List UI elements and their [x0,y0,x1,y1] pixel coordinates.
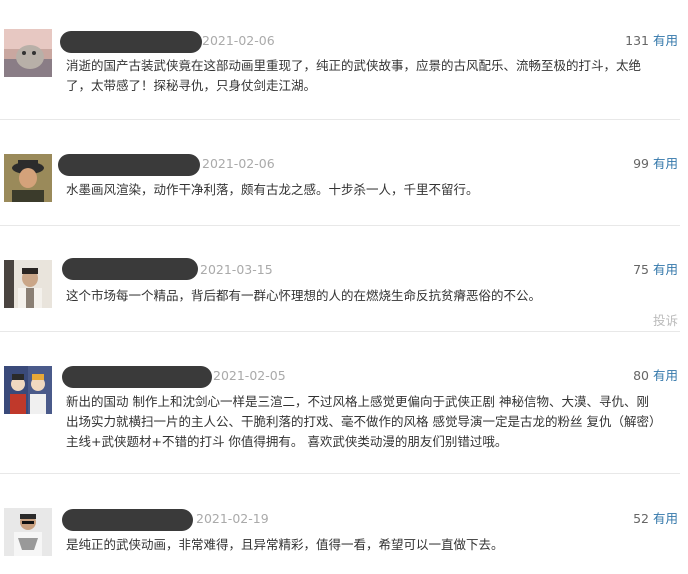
avatar[interactable] [4,29,52,77]
vote-area: 131 有用 [625,33,678,49]
vote-area: 52 有用 [633,511,678,527]
comment-text: 新出的国动 制作上和沈剑心一样是三渲二，不过风格上感觉更偏向于武侠正剧 神秘信物… [66,392,680,452]
vote-count: 99 [633,156,649,171]
comment-text-line: 消逝的国产古装武侠竟在这部动画里重现了，纯正的武侠故事，应景的古风配乐、流畅至极… [66,58,642,73]
vote-count: 131 [625,33,649,48]
comment-text-line: 是纯正的武侠动画，非常难得，且异常精彩，值得一看，希望可以一直做下去。 [66,537,504,552]
useful-button[interactable]: 有用 [653,33,678,48]
comment-text-line: 主线+武侠题材+不错的打斗 你值得拥有。 喜欢武侠类动漫的朋友们别错过哦。 [66,434,508,449]
comment-text-line: 出场实力就横扫一片的主人公、干脆利落的打戏、毫不做作的风格 感觉导演一定是古龙的… [66,414,662,429]
vote-count: 52 [633,511,649,526]
comment-date: 2021-02-06 [202,33,275,48]
comment-date: 2021-03-15 [200,262,273,277]
divider [0,225,680,226]
vote-count: 75 [633,262,649,277]
username-redacted[interactable] [62,366,212,388]
divider [0,119,680,120]
useful-button[interactable]: 有用 [653,156,678,171]
username-redacted[interactable] [58,154,200,176]
comment-text-line: 新出的国动 制作上和沈剑心一样是三渲二，不过风格上感觉更偏向于武侠正剧 神秘信物… [66,394,649,409]
comment-date: 2021-02-06 [202,156,275,171]
avatar[interactable] [4,366,52,414]
vote-area: 99 有用 [633,156,678,172]
comment-text: 是纯正的武侠动画，非常难得，且异常精彩，值得一看，希望可以一直做下去。 [66,535,680,555]
divider [0,473,680,474]
comment-date: 2021-02-05 [213,368,286,383]
comment-date: 2021-02-19 [196,511,269,526]
username-redacted[interactable] [62,509,193,531]
vote-area: 80 有用 [633,368,678,384]
username-redacted[interactable] [60,31,202,53]
useful-button[interactable]: 有用 [653,368,678,383]
comment-text: 消逝的国产古装武侠竟在这部动画里重现了，纯正的武侠故事，应景的古风配乐、流畅至极… [66,56,680,96]
divider [0,331,680,332]
avatar[interactable] [4,260,52,308]
report-button[interactable]: 投诉 [653,310,678,329]
avatar[interactable] [4,154,52,202]
useful-button[interactable]: 有用 [653,262,678,277]
avatar[interactable] [4,508,52,556]
comment-text-line: 了，太带感了！探秘寻仇，只身仗剑走江湖。 [66,78,317,93]
comment-text: 这个市场每一个精品，背后都有一群心怀理想的人的在燃烧生命反抗贫瘠恶俗的不公。 [66,286,680,306]
useful-button[interactable]: 有用 [653,511,678,526]
vote-count: 80 [633,368,649,383]
comment-text-line: 这个市场每一个精品，背后都有一群心怀理想的人的在燃烧生命反抗贫瘠恶俗的不公。 [66,288,542,303]
vote-area: 75 有用 [633,262,678,278]
username-redacted[interactable] [62,258,198,280]
comment-text: 水墨画风渲染，动作干净利落，颇有古龙之感。十步杀一人，千里不留行。 [66,180,680,200]
comment-text-line: 水墨画风渲染，动作干净利落，颇有古龙之感。十步杀一人，千里不留行。 [66,182,479,197]
